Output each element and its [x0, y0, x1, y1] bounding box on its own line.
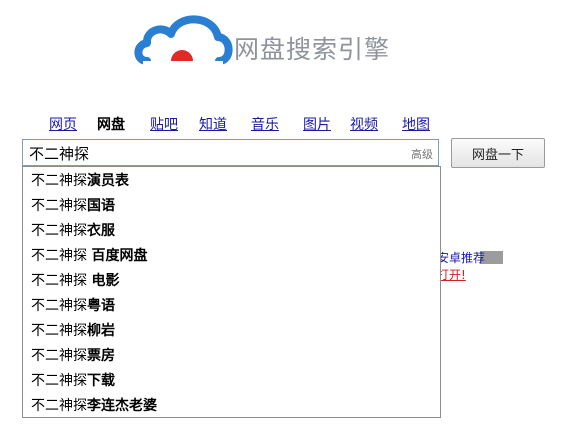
- nav-item[interactable]: 视频: [350, 114, 378, 134]
- cloud-logo-icon: [134, 15, 233, 65]
- promo-text: 安卓推荐: [437, 251, 486, 265]
- suggestion-item[interactable]: 不二神探票房: [23, 344, 440, 369]
- suggestion-suffix: 国语: [87, 198, 115, 214]
- advanced-search-link[interactable]: 高级: [411, 146, 433, 162]
- search-input[interactable]: [29, 143, 389, 163]
- nav-item[interactable]: 网盘: [97, 114, 125, 134]
- nav-item[interactable]: 网页: [49, 114, 77, 134]
- suggestion-item[interactable]: 不二神探演员表: [23, 169, 440, 194]
- logo-text: 网盘搜索引擎: [234, 35, 391, 64]
- suggestion-prefix: 不二神探: [31, 248, 92, 264]
- suggestion-prefix: 不二神探: [31, 398, 87, 414]
- suggestion-prefix: 不二神探: [31, 348, 87, 364]
- partially-hidden-promo: 安卓推荐 打开!: [437, 250, 501, 284]
- nav-item[interactable]: 知道: [199, 114, 227, 134]
- search-box: 高级: [22, 139, 439, 166]
- suggestion-suffix: 柳岩: [87, 323, 115, 339]
- suggestion-prefix: 不二神探: [31, 323, 87, 339]
- suggestion-suffix: 李连杰老婆: [87, 398, 157, 414]
- suggestion-item[interactable]: 不二神探粤语: [23, 294, 440, 319]
- suggestion-prefix: 不二神探: [31, 223, 87, 239]
- nav-item[interactable]: 音乐: [251, 114, 279, 134]
- suggestion-suffix: 下载: [87, 373, 115, 389]
- suggestion-item[interactable]: 不二神探下载: [23, 369, 440, 394]
- suggestion-suffix: 票房: [87, 348, 115, 364]
- suggestion-item[interactable]: 不二神探柳岩: [23, 319, 440, 344]
- suggestion-prefix: 不二神探: [31, 373, 87, 389]
- suggestion-prefix: 不二神探: [31, 198, 87, 214]
- suggestion-suffix: 演员表: [87, 173, 129, 189]
- suggestion-item[interactable]: 不二神探国语: [23, 194, 440, 219]
- suggestion-prefix: 不二神探: [31, 173, 87, 189]
- suggestion-item[interactable]: 不二神探 电影: [23, 269, 440, 294]
- nav-item[interactable]: 贴吧: [150, 114, 178, 134]
- suggestion-prefix: 不二神探: [31, 298, 87, 314]
- suggestion-prefix: 不二神探: [31, 273, 92, 289]
- suggestion-suffix: 衣服: [87, 223, 115, 239]
- autocomplete-dropdown: 不二神探演员表 不二神探国语 不二神探衣服 不二神探 百度网盘 不二神探 电影 不二神探粤…: [22, 166, 441, 418]
- suggestion-item[interactable]: 不二神探李连杰老婆: [23, 394, 440, 419]
- suggestion-suffix: 粤语: [87, 298, 115, 314]
- suggestion-suffix: 电影: [91, 273, 120, 289]
- suggestion-item[interactable]: 不二神探 百度网盘: [23, 244, 440, 269]
- suggestion-suffix: 百度网盘: [91, 248, 148, 264]
- nav-item[interactable]: 图片: [303, 114, 331, 134]
- nav-item[interactable]: 地图: [402, 114, 430, 134]
- search-button[interactable]: 网盘一下: [451, 138, 545, 168]
- site-logo: 网盘搜索引擎: [133, 12, 413, 76]
- promo-open-link[interactable]: 打开!: [437, 267, 501, 284]
- suggestion-item[interactable]: 不二神探衣服: [23, 219, 440, 244]
